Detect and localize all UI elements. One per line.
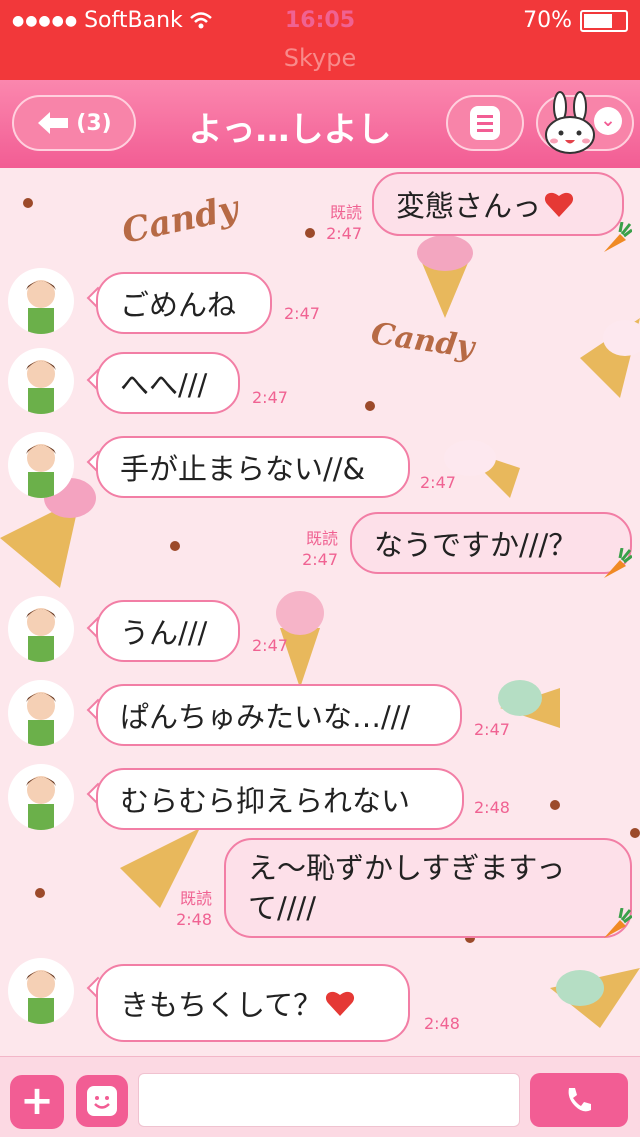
chat-area[interactable]: Candy Candy 既読 2:47 変態さんっ ごめんね 2:47 へへ///… <box>0 168 640 1056</box>
list-icon <box>470 106 500 140</box>
avatar[interactable] <box>8 348 74 414</box>
avatar[interactable] <box>8 958 74 1024</box>
app-hint: Skype <box>283 44 357 72</box>
avatar[interactable] <box>8 596 74 662</box>
message-bubble-out[interactable]: 変態さんっ <box>372 172 624 236</box>
chat-title: よっ…しよし <box>188 110 392 150</box>
sticker-button[interactable] <box>76 1075 128 1127</box>
message-text: 変態さんっ <box>396 189 542 223</box>
message-time: 2:47 <box>474 720 510 739</box>
menu-button[interactable] <box>446 95 524 151</box>
rabbit-icon <box>545 91 595 154</box>
message-text: うん/// <box>120 616 208 650</box>
avatar[interactable] <box>8 680 74 746</box>
message-text: むらむら抑えられない <box>120 784 411 818</box>
message-bubble-in[interactable]: へへ/// <box>96 352 240 414</box>
message-bubble-in[interactable]: 手が止まらない//& <box>96 436 410 498</box>
candy-text-1: Candy <box>119 188 244 252</box>
message-bubble-in[interactable]: むらむら抑えられない <box>96 768 464 830</box>
ice-cream-cone-2 <box>580 318 640 398</box>
message-text: なうですか///？ <box>374 528 578 562</box>
plus-icon: + <box>20 1078 54 1124</box>
chat-header: (3) よっ…しよし ⌄ <box>0 80 640 168</box>
carrot-icon <box>604 548 632 578</box>
read-receipt: 既読 2:47 <box>302 529 338 569</box>
message-text-line1: え〜恥ずかしすぎますっ <box>248 851 566 885</box>
avatar[interactable] <box>8 268 74 334</box>
message-bubble-in[interactable]: きもちくして？ <box>96 964 410 1042</box>
message-text: きもちくして？ <box>120 988 323 1022</box>
candy-text-2: Candy <box>369 316 479 365</box>
message-bubble-out[interactable]: え〜恥ずかしすぎますっ て//// <box>224 838 632 938</box>
message-time: 2:48 <box>474 798 510 817</box>
read-receipt: 既読 2:47 <box>326 203 362 243</box>
message-bubble-in[interactable]: うん/// <box>96 600 240 662</box>
call-button[interactable] <box>530 1073 628 1127</box>
heart-icon <box>326 991 355 1016</box>
phone-icon <box>568 1088 591 1112</box>
input-bar: + <box>0 1056 640 1137</box>
message-time: 2:47 <box>284 304 320 323</box>
message-bubble-out[interactable]: なうですか///？ <box>350 512 632 574</box>
back-arrow-icon <box>38 112 69 134</box>
carrot-icon <box>604 222 632 252</box>
back-button[interactable]: (3) <box>12 95 136 151</box>
message-bubble-in[interactable]: ごめんね <box>96 272 272 334</box>
add-button[interactable]: + <box>10 1075 64 1129</box>
ice-cream-cone-1 <box>417 235 473 318</box>
message-time: 2:47 <box>252 636 288 655</box>
message-time: 2:47 <box>420 473 456 492</box>
avatar[interactable] <box>8 764 74 830</box>
message-time: 2:47 <box>252 388 288 407</box>
message-text: ごめんね <box>120 288 237 322</box>
battery-percent: 70% <box>523 8 572 33</box>
chevron-down-icon: ⌄ <box>594 107 622 135</box>
battery-icon <box>580 9 628 32</box>
message-text: へへ/// <box>120 368 208 402</box>
message-text: 手が止まらない//& <box>120 452 366 486</box>
battery-group: 70% <box>523 8 628 33</box>
battery-fill <box>584 13 612 28</box>
read-receipt: 既読 2:48 <box>176 889 212 929</box>
status-bar: ●●●●● SoftBank 16:05 70% Skype <box>0 0 640 80</box>
message-input[interactable] <box>138 1073 520 1127</box>
sticker-menu-button[interactable]: ⌄ <box>536 91 634 154</box>
message-text-line2: て//// <box>248 891 317 925</box>
unread-count: (3) <box>76 110 112 136</box>
message-bubble-in[interactable]: ぱんちゅみたいな…/// <box>96 684 462 746</box>
ice-cream-cone-7 <box>550 968 640 1028</box>
avatar[interactable] <box>8 432 74 498</box>
heart-icon <box>544 192 574 217</box>
carrot-icon <box>604 908 632 938</box>
message-text: ぱんちゅみたいな…/// <box>120 700 411 734</box>
message-time: 2:48 <box>424 1014 460 1033</box>
smile-icon <box>87 1086 117 1116</box>
